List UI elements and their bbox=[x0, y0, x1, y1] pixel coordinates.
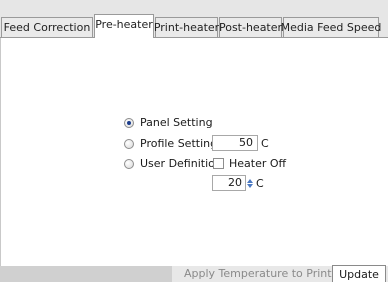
tab-bar: Feed Correction Pre-heater Print-heater … bbox=[0, 0, 388, 38]
profile-setting-radio[interactable] bbox=[124, 138, 134, 149]
user-temperature-unit: C bbox=[256, 177, 264, 190]
panel-setting-option[interactable]: Panel Setting bbox=[124, 116, 213, 129]
pre-heater-panel: Panel Setting Profile Setting 50 C User … bbox=[0, 38, 388, 266]
spinner-up-icon[interactable] bbox=[247, 178, 253, 183]
apply-temperature-label: Apply Temperature to Printer bbox=[184, 267, 343, 280]
update-button[interactable]: Update bbox=[332, 265, 386, 282]
profile-setting-option[interactable]: Profile Setting bbox=[124, 137, 217, 150]
panel-setting-label: Panel Setting bbox=[140, 116, 213, 129]
profile-setting-label: Profile Setting bbox=[140, 137, 218, 150]
heater-off-label: Heater Off bbox=[229, 157, 287, 170]
footer-left-area bbox=[0, 266, 172, 282]
tab-media-feed-speed[interactable]: Media Feed Speed bbox=[281, 17, 381, 37]
user-definition-radio[interactable] bbox=[124, 158, 134, 169]
panel-setting-radio[interactable] bbox=[124, 117, 134, 128]
tab-feed-correction[interactable]: Feed Correction bbox=[1, 17, 93, 37]
profile-temperature-field: 50 bbox=[212, 135, 258, 151]
tab-post-heater[interactable]: Post-heater bbox=[219, 17, 282, 37]
user-definition-label: User Definition bbox=[140, 157, 222, 170]
tab-print-heater[interactable]: Print-heater bbox=[154, 17, 219, 37]
profile-temperature-unit: C bbox=[261, 137, 269, 150]
heater-off-checkbox[interactable] bbox=[213, 158, 224, 169]
user-definition-option[interactable]: User Definition bbox=[124, 157, 222, 170]
spinner-arrows-icon[interactable] bbox=[245, 176, 255, 190]
spinner-down-icon[interactable] bbox=[247, 183, 253, 188]
tab-pre-heater[interactable]: Pre-heater bbox=[94, 14, 154, 38]
user-temperature-field[interactable]: 20 bbox=[212, 175, 246, 191]
heater-off-option[interactable]: Heater Off bbox=[213, 157, 286, 170]
